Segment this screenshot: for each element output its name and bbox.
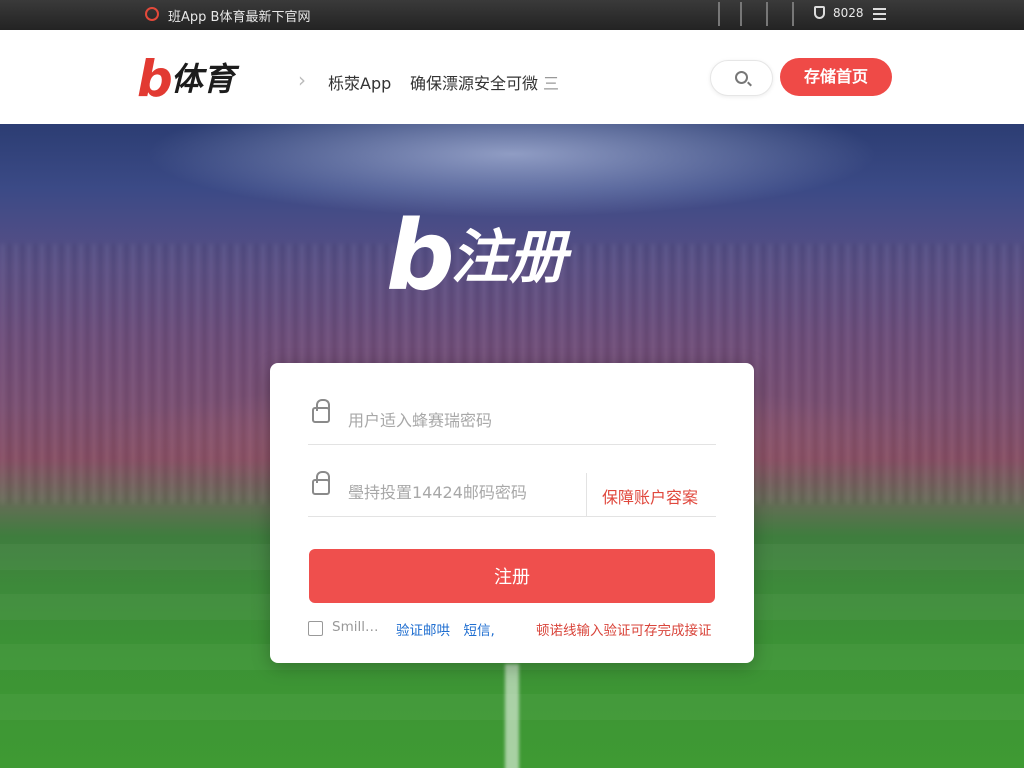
agree-checkbox[interactable] — [308, 621, 323, 636]
register-form: 保障账户容案 注册 Smill… 验证邮哄 短信, 顿诺线输入验证可存完成接证 — [270, 363, 754, 663]
home-button[interactable]: 存储首页 — [780, 58, 892, 96]
site-header: b体育 › 栎荥App 确保漂源安全可微 三 存储首页 — [0, 30, 1024, 124]
nav-link-app[interactable]: 栎荥App — [328, 70, 391, 94]
search-button[interactable] — [710, 60, 773, 96]
verify-link[interactable]: 验证邮哄 短信, — [396, 619, 495, 639]
top-status-bar: 班App B体育最新下官网 8028 — [0, 0, 1024, 30]
title-letter: b — [386, 200, 455, 312]
title-text: 注册 — [450, 223, 567, 291]
username-row — [308, 395, 716, 445]
record-icon — [145, 7, 159, 21]
topbar-status: 8028 — [814, 6, 864, 20]
password-hint: 保障账户容案 — [602, 488, 699, 507]
lock-icon — [312, 471, 330, 495]
logo-text: 体育 — [170, 60, 235, 98]
topbar-text: 班App B体育最新下官网 — [168, 10, 311, 25]
lock-icon — [312, 399, 330, 423]
shield-icon — [814, 6, 825, 19]
pitch-line — [505, 664, 519, 768]
site-logo[interactable]: b体育 — [137, 50, 235, 108]
password-input[interactable] — [348, 477, 578, 507]
menu-icon[interactable] — [873, 8, 886, 20]
chevron-right-icon: › — [298, 68, 306, 92]
agree-label: Smill… — [332, 619, 379, 635]
username-input[interactable] — [348, 405, 588, 435]
divider — [586, 473, 587, 517]
password-row: 保障账户容案 — [308, 467, 716, 517]
signal-bars — [718, 2, 803, 26]
verify-note: 顿诺线输入验证可存完成接证 — [536, 623, 712, 639]
search-icon — [735, 71, 748, 84]
nav-more[interactable]: 三 — [543, 70, 559, 94]
agreement-row: Smill… 验证邮哄 短信, 顿诺线输入验证可存完成接证 — [308, 619, 728, 639]
nav-link-safety[interactable]: 确保漂源安全可微 — [410, 70, 538, 94]
status-number: 8028 — [833, 6, 864, 20]
register-button[interactable]: 注册 — [309, 549, 715, 603]
logo-letter: b — [137, 50, 173, 108]
page-title: b注册 — [386, 208, 567, 308]
